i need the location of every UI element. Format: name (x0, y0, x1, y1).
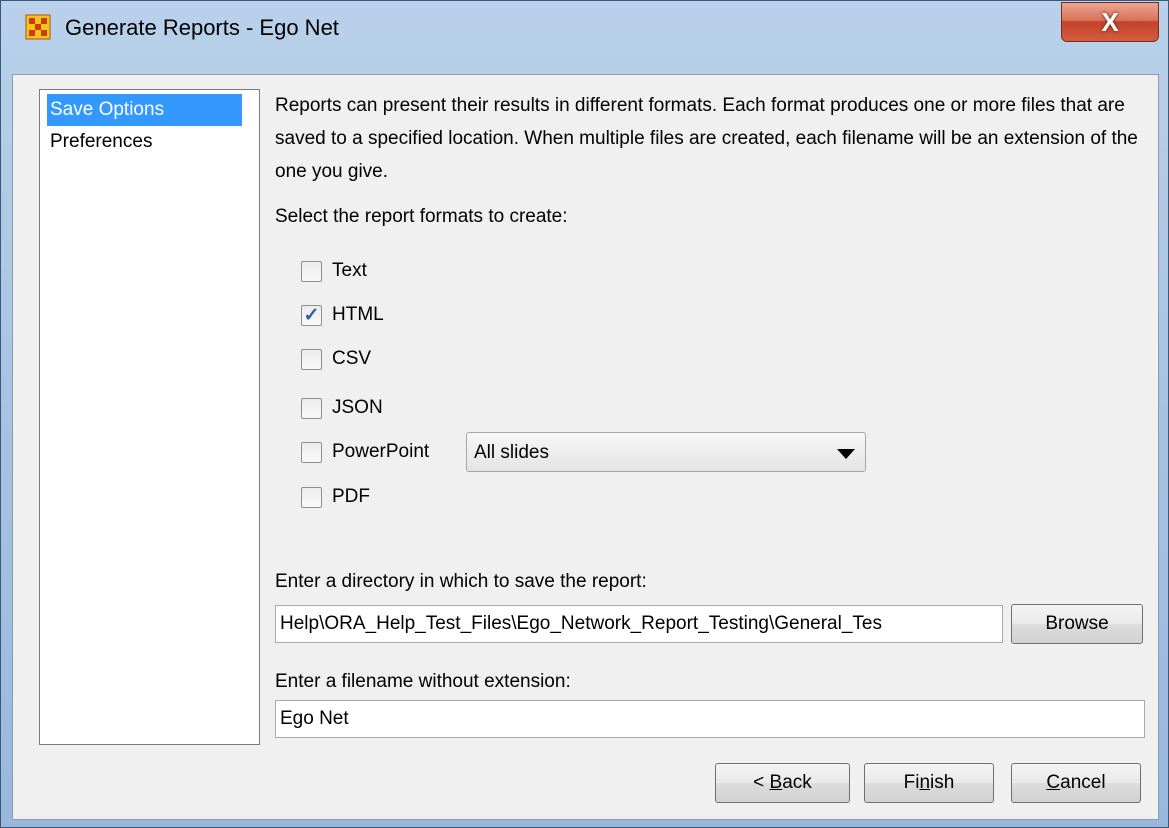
checkbox[interactable] (301, 441, 322, 463)
options-nav-list: Save Options Preferences (39, 89, 260, 745)
finish-rest: ish (930, 772, 955, 793)
checkbox-label: HTML (332, 304, 384, 325)
checkbox[interactable] (301, 486, 322, 508)
close-icon: X (1101, 6, 1119, 37)
finish-pre: Fi (903, 772, 920, 793)
browse-button[interactable]: Browse (1011, 604, 1143, 644)
directory-prompt: Enter a directory in which to save the r… (275, 571, 647, 592)
format-option-json[interactable]: JSON (301, 393, 383, 423)
filename-prompt: Enter a filename without extension: (275, 671, 571, 692)
back-rest: ack (782, 772, 812, 793)
nav-item-preferences[interactable]: Preferences (47, 126, 242, 158)
checkbox-label: CSV (332, 348, 372, 369)
back-button[interactable]: < Back (715, 763, 850, 803)
checkbox-label: JSON (332, 397, 383, 418)
formats-prompt: Select the report formats to create: (275, 206, 568, 227)
chevron-down-icon[interactable] (837, 449, 855, 459)
finish-mnemonic: n (919, 772, 931, 793)
cancel-button[interactable]: Cancel (1011, 763, 1141, 803)
format-option-html[interactable]: ✓ HTML (301, 300, 384, 330)
checkbox-label: PowerPoint (332, 441, 430, 462)
ora-grid-icon (25, 14, 51, 40)
check-icon: ✓ (303, 304, 320, 326)
checkbox[interactable] (301, 397, 322, 419)
format-option-pdf[interactable]: PDF (301, 482, 370, 512)
cancel-mnemonic: C (1046, 772, 1061, 793)
nav-item-save-options[interactable]: Save Options (47, 94, 242, 126)
checkbox[interactable] (301, 260, 322, 282)
back-prefix: < (753, 772, 770, 793)
filename-input[interactable]: Ego Net (275, 700, 1145, 738)
dialog-content: Save Options Preferences Reports can pre… (12, 74, 1159, 820)
back-mnemonic: B (769, 772, 783, 793)
checkbox-label: PDF (332, 486, 370, 507)
window-title: Generate Reports - Ego Net (65, 15, 339, 40)
title-bar[interactable]: Generate Reports - Ego Net X (1, 1, 1168, 53)
format-option-powerpoint[interactable]: PowerPoint (301, 437, 429, 467)
select-value: All slides (474, 442, 549, 463)
save-options-description: Reports can present their results in dif… (275, 95, 1138, 182)
format-option-csv[interactable]: CSV (301, 344, 371, 374)
checkbox[interactable] (301, 348, 322, 370)
powerpoint-slides-select[interactable]: All slides (466, 432, 866, 472)
finish-button[interactable]: Fi n ish (864, 763, 994, 803)
close-button[interactable]: X (1061, 2, 1159, 42)
cancel-rest: ancel (1060, 772, 1106, 793)
checkbox-label: Text (332, 260, 367, 281)
checkbox-checked[interactable]: ✓ (301, 304, 322, 326)
dialog-window: Generate Reports - Ego Net X Save Option… (0, 0, 1169, 828)
directory-input[interactable]: Help\ORA_Help_Test_Files\Ego_Network_Rep… (275, 605, 1003, 643)
format-option-text[interactable]: Text (301, 256, 367, 286)
